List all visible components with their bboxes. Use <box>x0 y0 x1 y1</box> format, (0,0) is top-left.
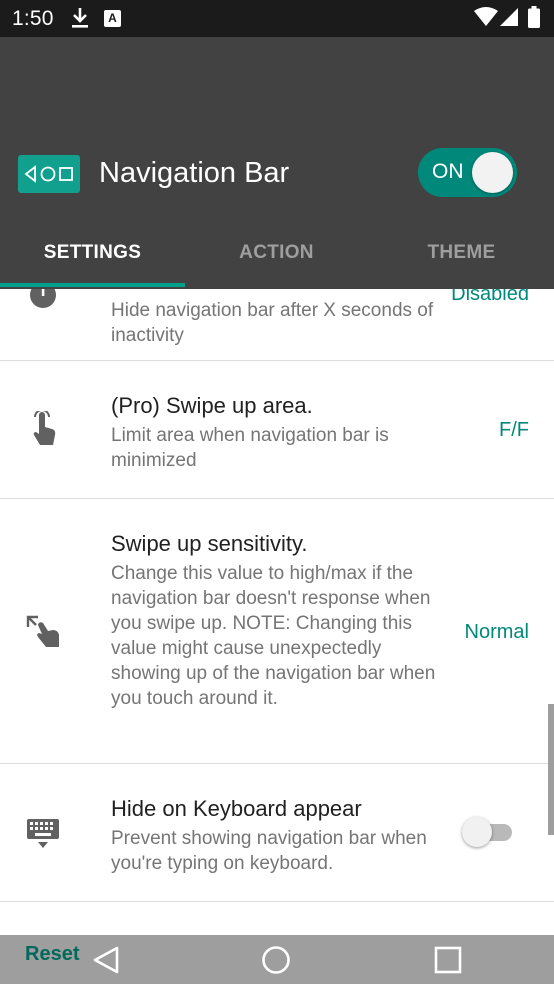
setting-title: Hide on Keyboard appear <box>111 796 362 821</box>
home-icon[interactable] <box>261 945 291 980</box>
setting-summary: Prevent showing navigation bar when you'… <box>111 828 427 874</box>
signal-icon <box>500 8 518 31</box>
setting-summary: Change this value to high/max if the nav… <box>111 563 436 709</box>
download-icon <box>71 7 89 34</box>
tab-indicator <box>0 283 185 287</box>
tab-action[interactable]: ACTION <box>184 230 369 289</box>
setting-value: F/F <box>499 419 529 441</box>
settings-list[interactable]: Hide navigation bar after X seconds of i… <box>0 289 554 935</box>
setting-value: Disabled <box>451 289 529 305</box>
setting-swipe-sensitivity[interactable]: Swipe up sensitivity. Change this value … <box>0 499 554 764</box>
tab-bar: SETTINGS ACTION THEME <box>0 230 554 289</box>
setting-title: Swipe up sensitivity. <box>111 531 308 556</box>
setting-value: Normal <box>464 621 529 643</box>
switch-knob <box>462 817 492 847</box>
recents-icon[interactable] <box>434 946 462 979</box>
master-switch-label: ON <box>432 160 464 183</box>
a-notification-icon: A <box>104 10 121 27</box>
swipe-gesture-icon <box>26 615 62 654</box>
touch-icon <box>30 409 58 452</box>
battery-icon <box>528 6 540 33</box>
setting-summary: Limit area when navigation bar is minimi… <box>111 425 389 471</box>
hide-on-keyboard-switch[interactable] <box>462 815 514 849</box>
keyboard-icon <box>27 819 59 854</box>
status-time: 1:50 <box>12 7 54 30</box>
tab-theme[interactable]: THEME <box>369 230 554 289</box>
setting-auto-hide[interactable]: Hide navigation bar after X seconds of i… <box>0 289 554 361</box>
system-navigation-bar: Reset <box>0 935 554 984</box>
setting-swipe-area[interactable]: (Pro) Swipe up area. Limit area when nav… <box>0 361 554 499</box>
wifi-icon <box>474 7 498 32</box>
navbar-logo-icon <box>18 155 80 193</box>
master-switch[interactable]: ON <box>418 148 517 197</box>
setting-hide-on-keyboard[interactable]: Hide on Keyboard appear Prevent showing … <box>0 764 554 902</box>
setting-summary: Hide navigation bar after X seconds of i… <box>111 300 434 346</box>
page-title: Navigation Bar <box>99 157 290 189</box>
status-bar: 1:50 A <box>0 0 554 37</box>
tab-settings[interactable]: SETTINGS <box>0 230 185 289</box>
scrollbar-thumb[interactable] <box>548 704 554 835</box>
app-bar: Navigation Bar ON SETTINGS ACTION THEME <box>0 37 554 289</box>
setting-title: (Pro) Swipe up area. <box>111 393 313 418</box>
switch-knob <box>472 152 513 193</box>
reset-button[interactable]: Reset <box>25 943 79 966</box>
back-icon[interactable] <box>92 945 120 980</box>
timer-icon <box>29 289 57 314</box>
